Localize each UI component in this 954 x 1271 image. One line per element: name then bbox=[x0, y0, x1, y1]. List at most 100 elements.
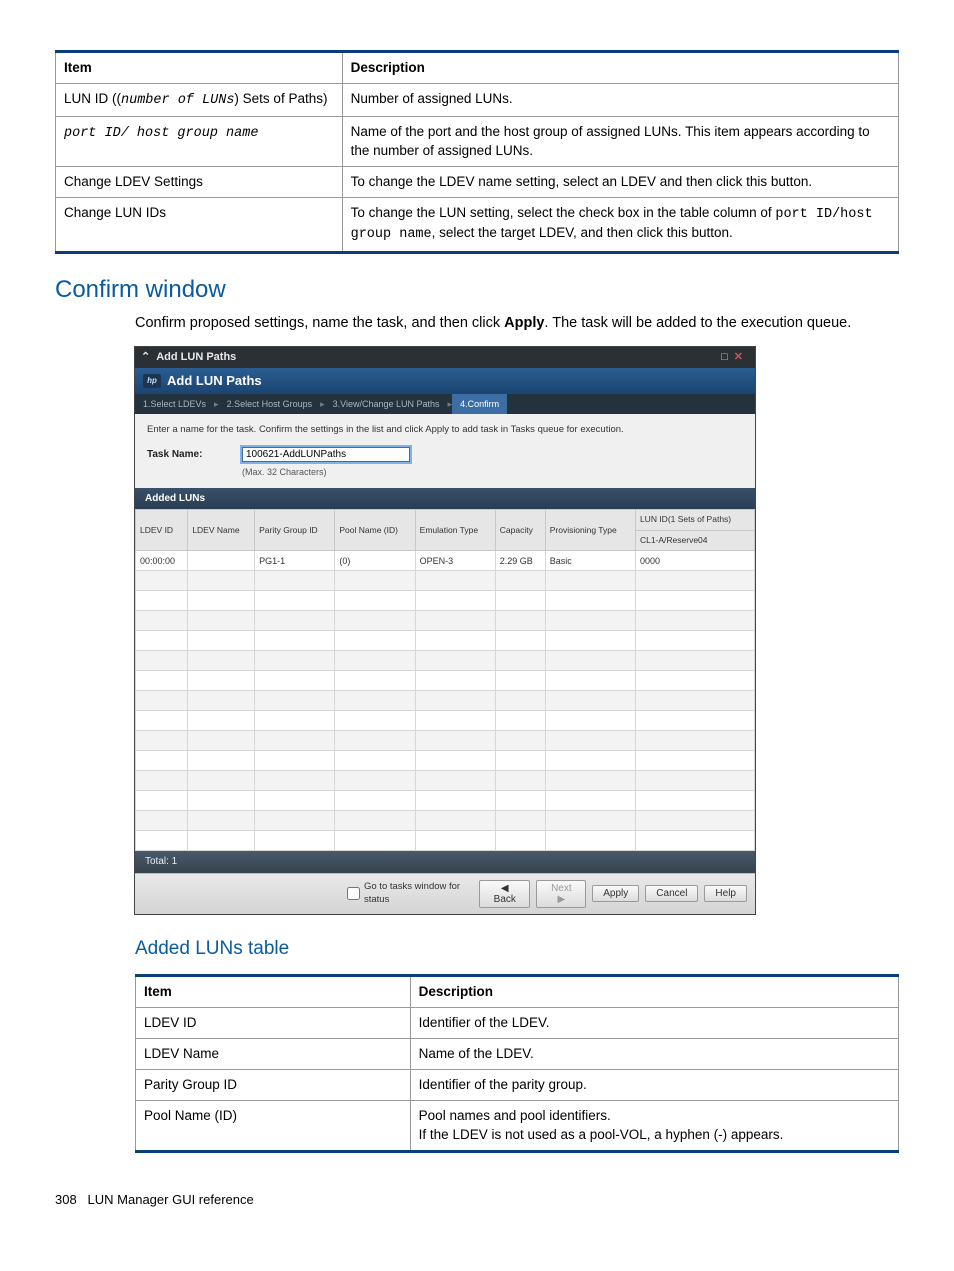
cell bbox=[545, 771, 635, 791]
table-row bbox=[136, 671, 755, 691]
cell bbox=[415, 731, 495, 751]
table-row[interactable]: 00:00:00 PG1-1 (0) OPEN-3 2.29 GB Basic … bbox=[136, 551, 755, 571]
cell bbox=[635, 571, 754, 591]
cell bbox=[545, 591, 635, 611]
cell bbox=[188, 691, 255, 711]
cell-item-0a: LUN ID (( bbox=[64, 91, 121, 106]
cell bbox=[635, 791, 754, 811]
wizard-body: Enter a name for the task. Confirm the s… bbox=[135, 414, 755, 873]
task-name-input[interactable] bbox=[242, 447, 410, 462]
cancel-button[interactable]: Cancel bbox=[645, 885, 698, 902]
cell bbox=[136, 671, 188, 691]
cell bbox=[415, 811, 495, 831]
table-row bbox=[136, 731, 755, 751]
cell-desc-1: Name of the port and the host group of a… bbox=[351, 124, 870, 157]
cell bbox=[635, 731, 754, 751]
cell bbox=[415, 711, 495, 731]
instruction-text: Enter a name for the task. Confirm the s… bbox=[147, 424, 743, 437]
cell bbox=[545, 691, 635, 711]
cell-desc-3b: , select the target LDEV, and then click… bbox=[432, 225, 733, 240]
cell: OPEN-3 bbox=[415, 551, 495, 571]
cell bbox=[335, 631, 415, 651]
wizard-ribbon: hp Add LUN Paths bbox=[135, 368, 755, 394]
cell bbox=[136, 651, 188, 671]
subsection-heading: Added LUNs table bbox=[55, 936, 899, 962]
cell bbox=[415, 631, 495, 651]
cell: PG1-1 bbox=[255, 551, 335, 571]
bcell-desc-0: Identifier of the LDEV. bbox=[419, 1015, 550, 1030]
cell bbox=[335, 771, 415, 791]
gh-prov[interactable]: Provisioning Type bbox=[545, 510, 635, 551]
th-item: Item bbox=[64, 60, 92, 75]
cell bbox=[495, 591, 545, 611]
cell bbox=[495, 711, 545, 731]
gh-parity[interactable]: Parity Group ID bbox=[255, 510, 335, 551]
back-button[interactable]: ◀ Back bbox=[479, 880, 530, 908]
cell bbox=[255, 631, 335, 651]
wizard-steps: 1.Select LDEVs▸ 2.Select Host Groups▸ 3.… bbox=[135, 394, 755, 414]
cell bbox=[545, 651, 635, 671]
gh-port[interactable]: CL1-A/Reserve04 bbox=[635, 530, 754, 550]
gh-cap[interactable]: Capacity bbox=[495, 510, 545, 551]
maximize-icon[interactable]: □ bbox=[721, 351, 734, 363]
th-desc: Description bbox=[351, 60, 425, 75]
cell bbox=[545, 571, 635, 591]
gh-ldev-name[interactable]: LDEV Name bbox=[188, 510, 255, 551]
cell bbox=[545, 711, 635, 731]
gh-lunid[interactable]: LUN ID(1 Sets of Paths) bbox=[635, 510, 754, 530]
step-4[interactable]: 4.Confirm bbox=[452, 394, 507, 414]
cell bbox=[635, 711, 754, 731]
close-icon[interactable]: ✕ bbox=[734, 351, 749, 363]
table-row bbox=[136, 831, 755, 851]
bcell-desc-2: Identifier of the parity group. bbox=[419, 1077, 587, 1092]
cell bbox=[495, 731, 545, 751]
cell: (0) bbox=[335, 551, 415, 571]
table-row bbox=[136, 751, 755, 771]
bth-item: Item bbox=[144, 984, 172, 999]
cell bbox=[188, 831, 255, 851]
cell bbox=[136, 771, 188, 791]
table-row bbox=[136, 711, 755, 731]
cell bbox=[635, 651, 754, 671]
cell bbox=[335, 811, 415, 831]
cell: 00:00:00 bbox=[136, 551, 188, 571]
step-1[interactable]: 1.Select LDEVs bbox=[135, 394, 214, 414]
cell bbox=[415, 751, 495, 771]
cell bbox=[255, 791, 335, 811]
page-footer: 308 LUN Manager GUI reference bbox=[55, 1191, 899, 1209]
cell bbox=[635, 771, 754, 791]
cell bbox=[255, 711, 335, 731]
cell bbox=[335, 751, 415, 771]
cell bbox=[188, 551, 255, 571]
cell bbox=[415, 691, 495, 711]
cell: 0000 bbox=[635, 551, 754, 571]
cell bbox=[545, 831, 635, 851]
step-2[interactable]: 2.Select Host Groups bbox=[219, 394, 321, 414]
cell bbox=[635, 591, 754, 611]
step-3[interactable]: 3.View/Change LUN Paths bbox=[325, 394, 448, 414]
section-body-pre: Confirm proposed settings, name the task… bbox=[135, 315, 504, 331]
cell bbox=[415, 831, 495, 851]
cell bbox=[495, 831, 545, 851]
tasks-label: Go to tasks window for status bbox=[364, 881, 473, 907]
grid-total: Total: 1 bbox=[135, 851, 755, 873]
ribbon-title: Add LUN Paths bbox=[167, 372, 262, 390]
added-luns-grid: LDEV ID LDEV Name Parity Group ID Pool N… bbox=[135, 509, 755, 851]
cell bbox=[188, 651, 255, 671]
cell bbox=[188, 751, 255, 771]
gh-ldev-id[interactable]: LDEV ID bbox=[136, 510, 188, 551]
tasks-checkbox[interactable] bbox=[347, 887, 360, 900]
section-body-post: . The task will be added to the executio… bbox=[544, 315, 851, 331]
gh-emul[interactable]: Emulation Type bbox=[415, 510, 495, 551]
help-button[interactable]: Help bbox=[704, 885, 747, 902]
apply-button[interactable]: Apply bbox=[592, 885, 639, 902]
cell bbox=[255, 691, 335, 711]
cell bbox=[495, 751, 545, 771]
cell bbox=[255, 611, 335, 631]
next-button[interactable]: Next ▶ bbox=[536, 880, 586, 908]
gh-pool[interactable]: Pool Name (ID) bbox=[335, 510, 415, 551]
cell bbox=[136, 631, 188, 651]
cell bbox=[635, 631, 754, 651]
bcell-desc-3: Pool names and pool identifiers. If the … bbox=[419, 1108, 784, 1141]
table-row bbox=[136, 651, 755, 671]
